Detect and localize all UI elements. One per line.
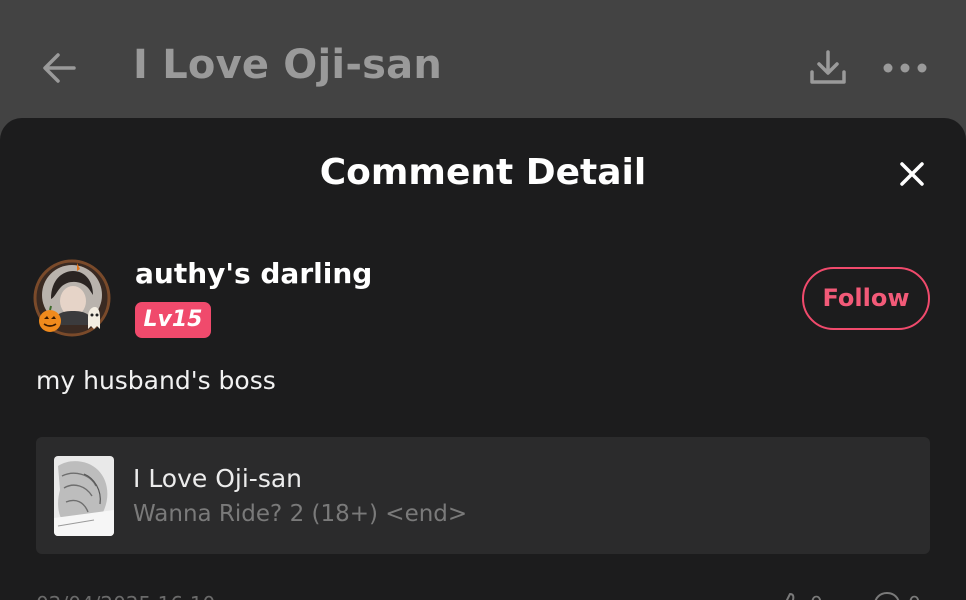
thumbs-up-icon[interactable]: [776, 590, 806, 600]
reply-count: 0: [908, 592, 921, 600]
username[interactable]: authy's darling: [135, 257, 372, 290]
more-icon[interactable]: [882, 58, 928, 78]
comment-timestamp: 02/04/2025 16:10: [36, 592, 215, 600]
episode-card[interactable]: I Love Oji-san Wanna Ride? 2 (18+) <end>: [36, 437, 930, 554]
back-arrow-icon[interactable]: [40, 48, 80, 88]
top-app-bar: I Love Oji-san: [0, 0, 966, 118]
episode-thumbnail: [54, 456, 114, 536]
follow-button[interactable]: Follow: [802, 267, 930, 330]
sheet-title: Comment Detail: [319, 152, 647, 193]
page-title: I Love Oji-san: [133, 42, 443, 88]
comment-detail-sheet: Comment Detail authy's darling Lv15 Foll…: [0, 118, 966, 600]
level-badge: Lv15: [135, 302, 211, 338]
comment-footer: 02/04/2025 16:10 0 0: [0, 588, 966, 600]
like-count: 0: [810, 592, 823, 600]
comment-text: my husband's boss: [36, 366, 276, 395]
download-icon[interactable]: [806, 46, 850, 90]
episode-title: I Love Oji-san: [133, 464, 303, 493]
close-icon[interactable]: [894, 156, 930, 192]
comment-bubble-icon[interactable]: [872, 590, 902, 600]
episode-subtitle: Wanna Ride? 2 (18+) <end>: [133, 501, 468, 527]
avatar[interactable]: [33, 259, 111, 337]
